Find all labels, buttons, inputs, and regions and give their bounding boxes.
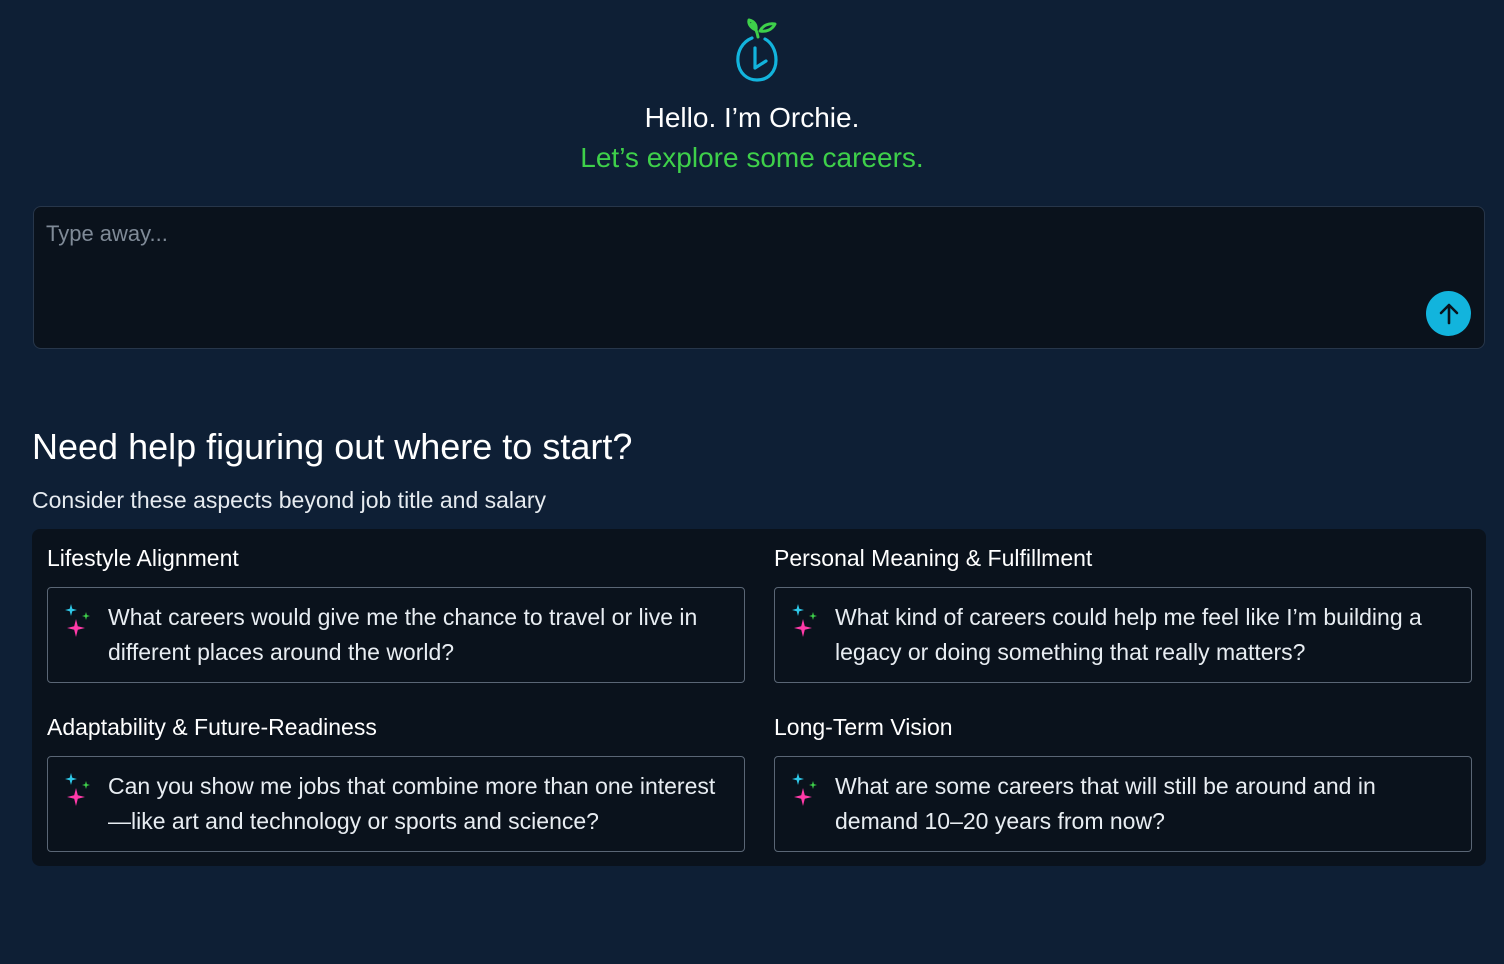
sparkle-icon [792,773,817,806]
send-button[interactable] [1426,291,1471,336]
category-title: Lifestyle Alignment [47,545,239,571]
help-heading: Need help figuring out where to start? [32,426,633,467]
category-title: Personal Meaning & Fulfillment [774,545,1093,571]
greeting-text: Hello. I’m Orchie. [644,102,860,133]
category-title: Adaptability & Future-Readiness [47,714,377,740]
suggestion-text: What careers would give me the chance to… [108,604,698,665]
suggestion-card[interactable]: What careers would give me the chance to… [47,587,745,683]
suggestion-card[interactable]: Can you show me jobs that combine more t… [47,756,745,852]
sparkle-icon [792,604,817,637]
suggestion-text: What are some careers that will still be… [835,773,1376,834]
category-title: Long-Term Vision [774,714,953,740]
chat-input[interactable] [46,219,1406,329]
arrow-up-icon [1439,303,1458,324]
suggestion-card[interactable]: What are some careers that will still be… [774,756,1472,852]
suggestion-text: What kind of careers could help me feel … [835,604,1422,665]
sparkle-icon [65,773,90,806]
orchie-logo-icon [736,18,778,82]
help-subheading: Consider these aspects beyond job title … [32,487,546,513]
suggestions-panel: Lifestyle Alignment What careers would g… [32,529,1486,866]
chat-composer [33,206,1485,349]
sparkle-icon [65,604,90,637]
suggestion-text: Can you show me jobs that combine more t… [108,773,716,834]
suggestion-card[interactable]: What kind of careers could help me feel … [774,587,1472,683]
tagline-text: Let’s explore some careers. [580,142,924,173]
